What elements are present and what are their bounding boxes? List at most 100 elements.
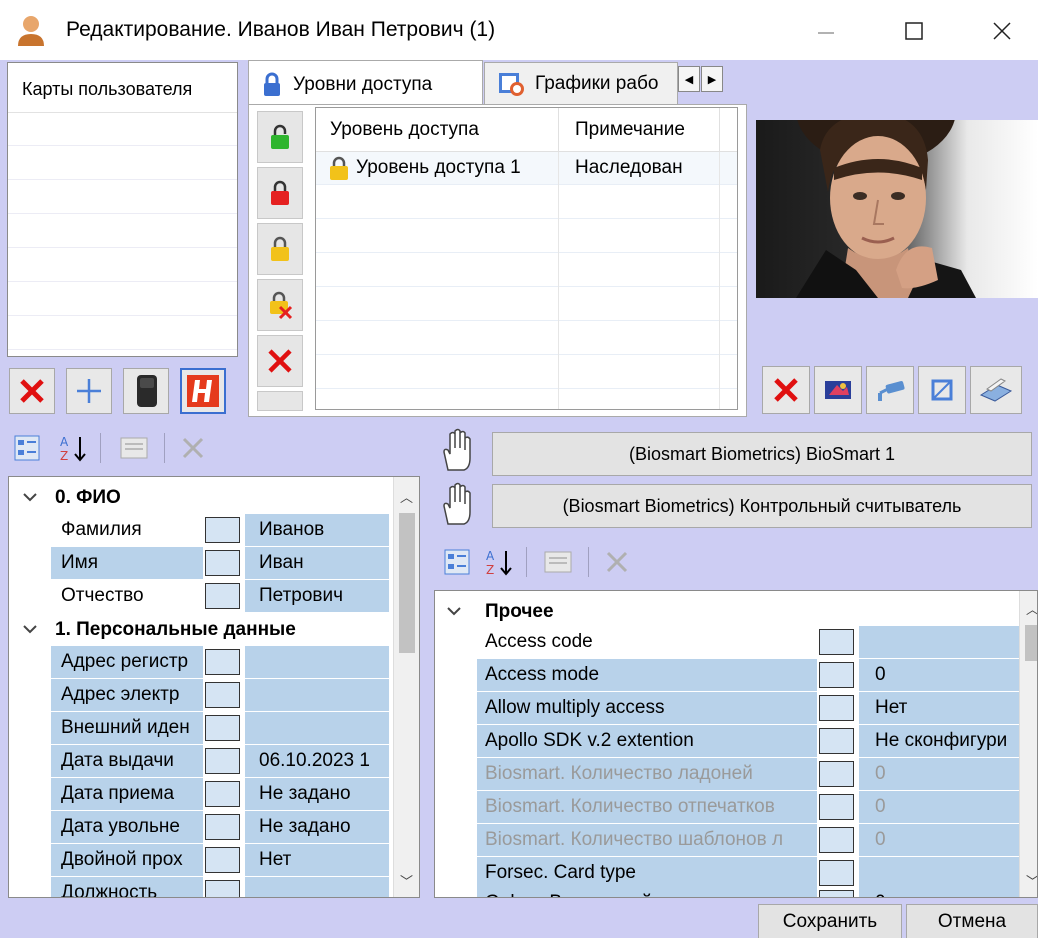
property-value[interactable]: Нет — [859, 692, 1019, 725]
scan-button[interactable] — [970, 366, 1022, 414]
tab-schedules[interactable]: Графики рабо — [484, 62, 678, 106]
table-row[interactable] — [316, 220, 737, 253]
list-item[interactable] — [8, 147, 237, 180]
tab-scroll-right[interactable]: ▶ — [701, 66, 723, 92]
property-row[interactable]: Должность — [9, 877, 389, 897]
table-row[interactable] — [316, 288, 737, 321]
tab-access-levels[interactable]: Уровни доступа — [248, 60, 483, 108]
list-item[interactable] — [8, 113, 237, 146]
categorized-view-button[interactable] — [440, 542, 474, 582]
property-row[interactable]: Фамилия Иванов — [9, 514, 389, 547]
property-checkbox[interactable] — [819, 827, 854, 853]
property-row[interactable]: Access mode 0 — [435, 659, 1019, 692]
remove-level-button[interactable] — [257, 279, 303, 331]
property-checkbox[interactable] — [205, 814, 240, 840]
list-item[interactable] — [8, 249, 237, 282]
property-checkbox[interactable] — [205, 781, 240, 807]
category-personal-data[interactable]: 1. Персональные данные — [9, 613, 389, 646]
property-checkbox[interactable] — [819, 728, 854, 754]
property-value[interactable]: Не задано — [245, 811, 389, 844]
card-reader-button[interactable] — [123, 368, 169, 414]
property-row[interactable]: Allow multiply access Нет — [435, 692, 1019, 725]
reader-control-button[interactable]: (Biosmart Biometrics) Контрольный считыв… — [492, 484, 1032, 528]
property-value[interactable]: Иванов — [245, 514, 389, 547]
save-button[interactable]: Сохранить — [758, 904, 902, 938]
user-photo[interactable] — [756, 120, 1038, 298]
property-checkbox[interactable] — [205, 517, 240, 543]
maximize-button[interactable] — [882, 8, 946, 54]
table-row[interactable] — [316, 254, 737, 287]
property-checkbox[interactable] — [205, 715, 240, 741]
property-row[interactable]: Galaxy Временный код 0 — [435, 887, 1019, 897]
delete-photo-button[interactable] — [762, 366, 810, 414]
category-other[interactable]: Прочее — [435, 595, 1015, 628]
property-pages-button[interactable] — [538, 542, 578, 582]
property-value[interactable]: 0 — [859, 758, 1019, 791]
property-checkbox[interactable] — [205, 748, 240, 774]
property-row[interactable]: Apollo SDK v.2 extention Не сконфигури — [435, 725, 1019, 758]
list-item[interactable] — [8, 215, 237, 248]
scroll-up-icon[interactable]: ︿ — [1026, 599, 1037, 618]
reset-property-button[interactable] — [600, 542, 634, 582]
property-value[interactable]: Иван — [245, 547, 389, 580]
column-header-note[interactable]: Примечание — [558, 108, 718, 151]
property-value[interactable]: 0 — [859, 887, 1019, 897]
table-row[interactable] — [316, 356, 737, 389]
property-row[interactable]: Дата приема Не задано — [9, 778, 389, 811]
reset-property-button[interactable] — [176, 428, 210, 468]
property-checkbox[interactable] — [205, 847, 240, 873]
property-row[interactable]: Адрес регистр — [9, 646, 389, 679]
camera-capture-button[interactable] — [866, 366, 914, 414]
add-card-button[interactable] — [66, 368, 112, 414]
category-fio[interactable]: 0. ФИО — [9, 481, 389, 514]
property-value[interactable]: Петрович — [245, 580, 389, 613]
list-item[interactable] — [8, 181, 237, 214]
property-checkbox[interactable] — [819, 629, 854, 655]
scroll-down-icon[interactable]: ﹀ — [1026, 871, 1037, 890]
property-row[interactable]: Адрес электр — [9, 679, 389, 712]
property-value[interactable] — [245, 646, 389, 679]
property-row[interactable]: Biosmart. Количество ладоней 0 — [435, 758, 1019, 791]
property-value[interactable] — [859, 626, 1019, 659]
edit-level-button[interactable] — [257, 223, 303, 275]
table-row[interactable] — [316, 186, 737, 219]
property-checkbox[interactable] — [205, 682, 240, 708]
property-value[interactable] — [859, 857, 1019, 890]
property-checkbox[interactable] — [205, 880, 240, 897]
property-checkbox[interactable] — [819, 662, 854, 688]
property-checkbox[interactable] — [205, 649, 240, 675]
property-row[interactable]: Двойной прох Нет — [9, 844, 389, 877]
property-value[interactable]: 06.10.2023 1 — [245, 745, 389, 778]
alphabetical-view-button[interactable]: AZ — [482, 542, 516, 582]
load-image-button[interactable] — [814, 366, 862, 414]
scroll-up-icon[interactable]: ︿ — [400, 487, 413, 506]
property-pages-button[interactable] — [114, 428, 154, 468]
property-value[interactable] — [245, 877, 389, 897]
list-item[interactable] — [8, 283, 237, 316]
minimize-button[interactable] — [794, 8, 858, 54]
property-value[interactable]: 0 — [859, 659, 1019, 692]
property-row[interactable]: Имя Иван — [9, 547, 389, 580]
property-row[interactable]: Отчество Петрович — [9, 580, 389, 613]
list-item[interactable] — [8, 317, 237, 350]
property-row[interactable]: Forsec. Card type — [435, 857, 1019, 890]
property-value[interactable] — [245, 712, 389, 745]
property-value[interactable] — [245, 679, 389, 712]
property-value[interactable]: Не задано — [245, 778, 389, 811]
delete-level-button[interactable] — [257, 335, 303, 387]
property-row[interactable]: Access code — [435, 626, 1019, 659]
reader-biosmart-1-button[interactable]: (Biosmart Biometrics) BioSmart 1 — [492, 432, 1032, 476]
table-row[interactable]: Уровень доступа 1 Наследован — [316, 152, 737, 185]
add-level-allow-button[interactable] — [257, 111, 303, 163]
property-checkbox[interactable] — [819, 860, 854, 886]
property-value[interactable]: Нет — [245, 844, 389, 877]
property-checkbox[interactable] — [205, 583, 240, 609]
property-row[interactable]: Biosmart. Количество отпечатков 0 — [435, 791, 1019, 824]
vertical-scrollbar[interactable]: ︿ ﹀ — [1019, 591, 1037, 897]
table-row[interactable] — [316, 322, 737, 355]
tab-scroll-left[interactable]: ◀ — [678, 66, 700, 92]
property-value[interactable]: Не сконфигури — [859, 725, 1019, 758]
scrollbar-thumb[interactable] — [1025, 625, 1037, 661]
property-row[interactable]: Biosmart. Количество шаблонов л 0 — [435, 824, 1019, 857]
property-checkbox[interactable] — [819, 890, 854, 897]
